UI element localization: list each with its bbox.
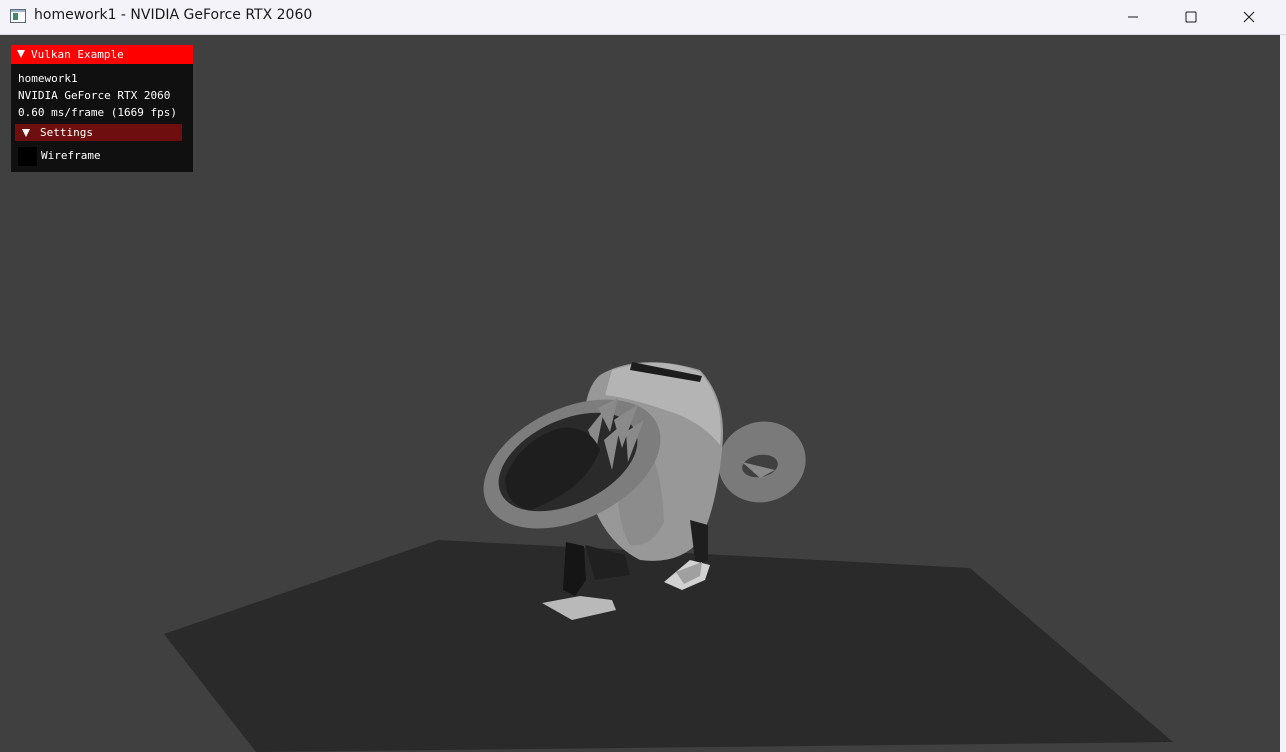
app-name-text: homework1: [18, 72, 78, 85]
app-window: homework1 - NVIDIA GeForce RTX 2060 Vulk…: [0, 0, 1286, 752]
settings-label: Settings: [40, 126, 93, 139]
settings-collapse-arrow-icon[interactable]: [22, 129, 30, 137]
overlay-header[interactable]: Vulkan Example: [11, 45, 193, 64]
window-edge: [1280, 35, 1286, 752]
wireframe-label[interactable]: Wireframe: [41, 149, 101, 162]
frame-stats-text: 0.60 ms/frame (1669 fps): [18, 106, 177, 119]
window-title: homework1 - NVIDIA GeForce RTX 2060: [34, 7, 313, 23]
minimize-icon: [1128, 16, 1138, 17]
overlay-title: Vulkan Example: [31, 48, 124, 61]
collapse-arrow-icon[interactable]: [17, 50, 25, 58]
floor-plane: [164, 540, 1173, 752]
imgui-overlay-window[interactable]: Vulkan Example homework1 NVIDIA GeForce …: [11, 45, 193, 172]
close-icon: [1243, 11, 1255, 22]
close-button[interactable]: [1220, 0, 1278, 33]
wireframe-checkbox[interactable]: [18, 147, 37, 166]
maximize-icon: [1185, 11, 1197, 22]
device-name-text: NVIDIA GeForce RTX 2060: [18, 89, 171, 102]
title-bar[interactable]: homework1 - NVIDIA GeForce RTX 2060: [0, 0, 1286, 35]
app-window-icon: [10, 9, 26, 23]
settings-header[interactable]: Settings: [15, 124, 182, 141]
maximize-button[interactable]: [1162, 0, 1220, 33]
minimize-button[interactable]: [1104, 0, 1162, 33]
